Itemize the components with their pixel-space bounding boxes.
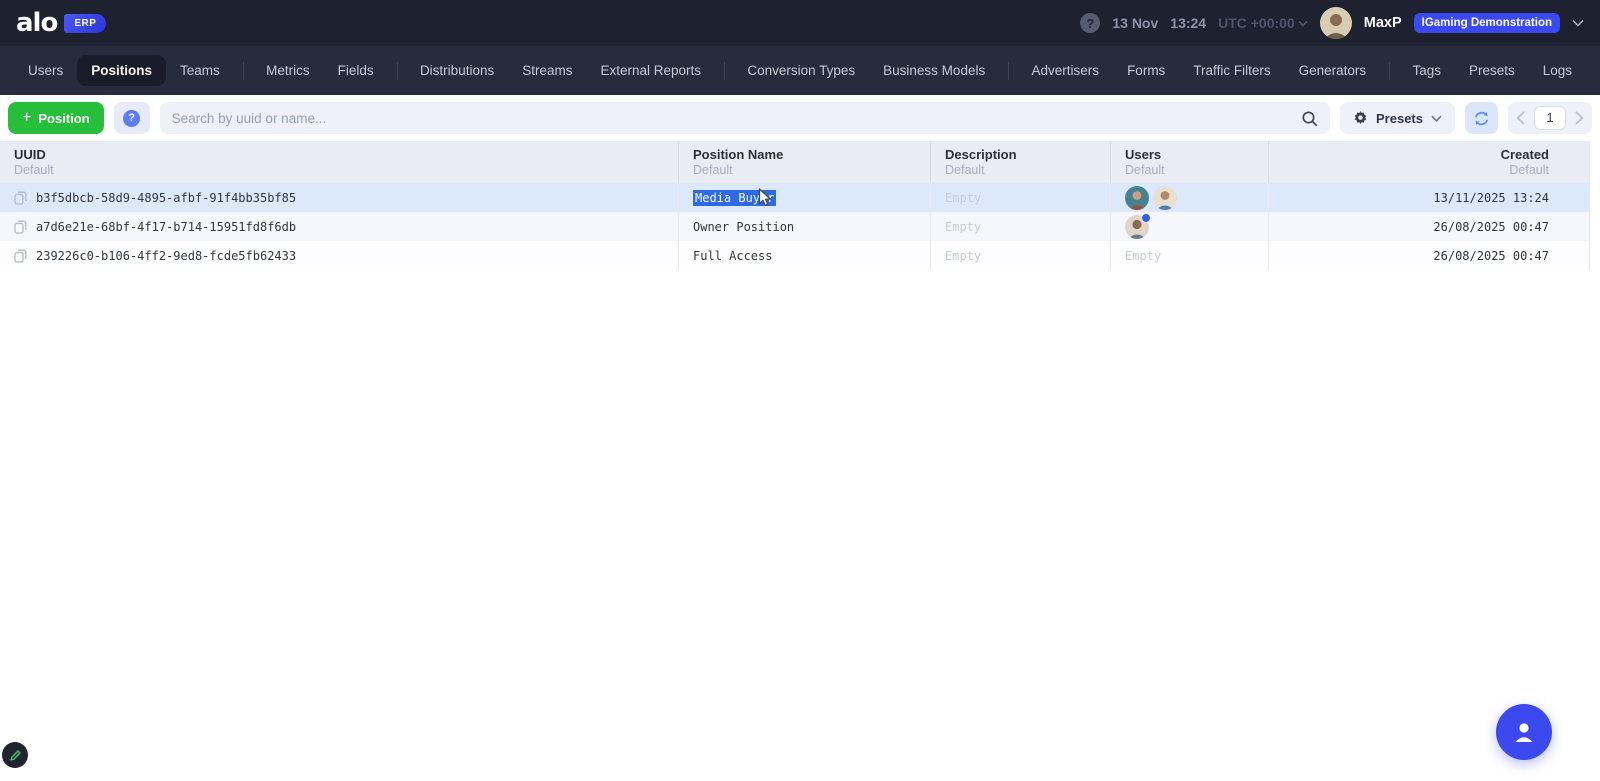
user-avatar[interactable] [1319, 7, 1352, 39]
refresh-icon [1475, 111, 1488, 125]
main-nav: Users Positions Teams Metrics Fields Dis… [0, 46, 1600, 95]
copy-icon[interactable] [14, 220, 27, 234]
nav-tab-presets[interactable]: Presets [1455, 55, 1529, 86]
copy-icon[interactable] [14, 191, 27, 205]
column-title: UUID [14, 147, 46, 162]
nav-tab-metrics[interactable]: Metrics [252, 55, 324, 86]
uuid-value: 239226c0-b106-4ff2-9ed8-fcde5fb62433 [36, 248, 297, 263]
nav-tab-conversion-types[interactable]: Conversion Types [733, 55, 869, 86]
edit-widget-button[interactable] [2, 742, 28, 768]
top-header: alo ERP ? 13 Nov 13:24 UTC +00:00 MaxP I… [0, 0, 1600, 46]
chevron-left-icon [1516, 111, 1525, 125]
nav-tab-users[interactable]: Users [14, 55, 77, 86]
chevron-down-icon [1431, 115, 1442, 122]
person-icon [1515, 723, 1533, 742]
nav-tab-traffic-filters[interactable]: Traffic Filters [1179, 55, 1284, 86]
column-header-description[interactable]: Description Default [930, 141, 1110, 183]
column-subtitle: Default [1125, 163, 1165, 177]
nav-tab-generators[interactable]: Generators [1285, 55, 1381, 86]
positions-table: UUID Default Position Name Default Descr… [0, 141, 1590, 270]
page-number-input[interactable]: 1 [1534, 106, 1566, 130]
nav-tab-distributions[interactable]: Distributions [406, 55, 508, 86]
logo-erp-badge: ERP [64, 13, 107, 33]
users-empty: Empty [1125, 248, 1162, 263]
pencil-icon [9, 749, 21, 761]
app-logo[interactable]: alo ERP [16, 8, 107, 38]
column-header-uuid[interactable]: UUID Default [0, 141, 678, 183]
table-row[interactable]: b3f5dbcb-58d9-4895-afbf-91f4bb35bf85 Med… [0, 183, 1589, 212]
pagination: 1 [1508, 102, 1592, 134]
add-position-label: Position [38, 110, 90, 126]
nav-tab-forms[interactable]: Forms [1113, 55, 1179, 86]
column-title: Users [1125, 147, 1162, 162]
user-avatar[interactable] [1125, 185, 1149, 210]
table-header-row: UUID Default Position Name Default Descr… [0, 141, 1589, 183]
nav-tab-positions[interactable]: Positions [77, 55, 167, 86]
description-empty: Empty [945, 190, 982, 205]
uuid-value: b3f5dbcb-58d9-4895-afbf-91f4bb35bf85 [36, 190, 297, 205]
workspace-badge[interactable]: IGaming Demonstration [1413, 13, 1560, 33]
timezone-selector[interactable]: UTC +00:00 [1218, 15, 1308, 31]
profile-fab-button[interactable] [1496, 704, 1552, 760]
column-title: Created [1500, 147, 1549, 162]
prev-page-button[interactable] [1516, 111, 1525, 125]
table-row[interactable]: a7d6e21e-68bf-4f17-b714-15951fd8f6db Own… [0, 212, 1589, 241]
add-position-button[interactable]: + Position [8, 102, 104, 134]
position-name-value: Full Access [693, 248, 773, 263]
logo-text: alo [16, 8, 58, 38]
nav-tab-business-models[interactable]: Business Models [869, 55, 999, 86]
column-header-users[interactable]: Users Default [1110, 141, 1268, 183]
user-avatar[interactable] [1153, 185, 1177, 210]
column-header-position-name[interactable]: Position Name Default [678, 141, 930, 183]
account-chevron-down-icon[interactable] [1572, 19, 1584, 27]
description-empty: Empty [945, 248, 982, 263]
column-subtitle: Default [1509, 163, 1549, 177]
plus-icon: + [22, 109, 32, 126]
presets-label: Presets [1376, 110, 1423, 126]
nav-tab-teams[interactable]: Teams [166, 55, 234, 86]
column-subtitle: Default [945, 163, 985, 177]
table-row[interactable]: 239226c0-b106-4ff2-9ed8-fcde5fb62433 Ful… [0, 241, 1589, 270]
question-mark-icon: ? [123, 109, 141, 127]
chevron-right-icon [1575, 111, 1584, 125]
gear-icon [1354, 110, 1367, 124]
search-input[interactable] [171, 110, 1302, 126]
user-avatar-online[interactable] [1125, 212, 1151, 239]
created-value: 13/11/2025 13:24 [1433, 190, 1549, 205]
search-icon[interactable] [1301, 110, 1318, 127]
column-title: Position Name [693, 147, 784, 162]
presets-button[interactable]: Presets [1340, 102, 1455, 134]
copy-icon[interactable] [14, 249, 27, 263]
uuid-value: a7d6e21e-68bf-4f17-b714-15951fd8f6db [36, 219, 297, 234]
nav-tab-fields[interactable]: Fields [324, 55, 388, 86]
refresh-button[interactable] [1465, 102, 1498, 134]
column-subtitle: Default [693, 163, 733, 177]
nav-tab-advertisers[interactable]: Advertisers [1018, 55, 1114, 86]
column-title: Description [945, 147, 1017, 162]
chevron-down-icon [1298, 20, 1308, 27]
nav-tab-logs[interactable]: Logs [1529, 55, 1586, 86]
page-help-button[interactable]: ? [113, 102, 150, 134]
position-name-value-selected[interactable]: Media Buyer [693, 189, 777, 206]
toolbar: + Position ? Presets 1 [0, 95, 1600, 141]
nav-tab-streams[interactable]: Streams [508, 55, 586, 86]
username[interactable]: MaxP [1364, 15, 1402, 31]
description-empty: Empty [945, 219, 982, 234]
created-value: 26/08/2025 00:47 [1433, 219, 1549, 234]
help-icon[interactable]: ? [1080, 13, 1101, 33]
column-subtitle: Default [14, 163, 54, 177]
nav-tab-external-reports[interactable]: External Reports [586, 55, 715, 86]
nav-tab-tags[interactable]: Tags [1398, 55, 1455, 86]
header-date: 13 Nov [1112, 15, 1159, 31]
online-indicator [1141, 212, 1151, 223]
header-time: 13:24 [1170, 15, 1207, 31]
timezone-label: UTC +00:00 [1218, 15, 1295, 31]
search-bar [159, 102, 1331, 134]
next-page-button[interactable] [1575, 111, 1584, 125]
column-header-created[interactable]: Created Default [1268, 141, 1589, 183]
created-value: 26/08/2025 00:47 [1433, 248, 1549, 263]
position-name-value: Owner Position [693, 219, 795, 234]
